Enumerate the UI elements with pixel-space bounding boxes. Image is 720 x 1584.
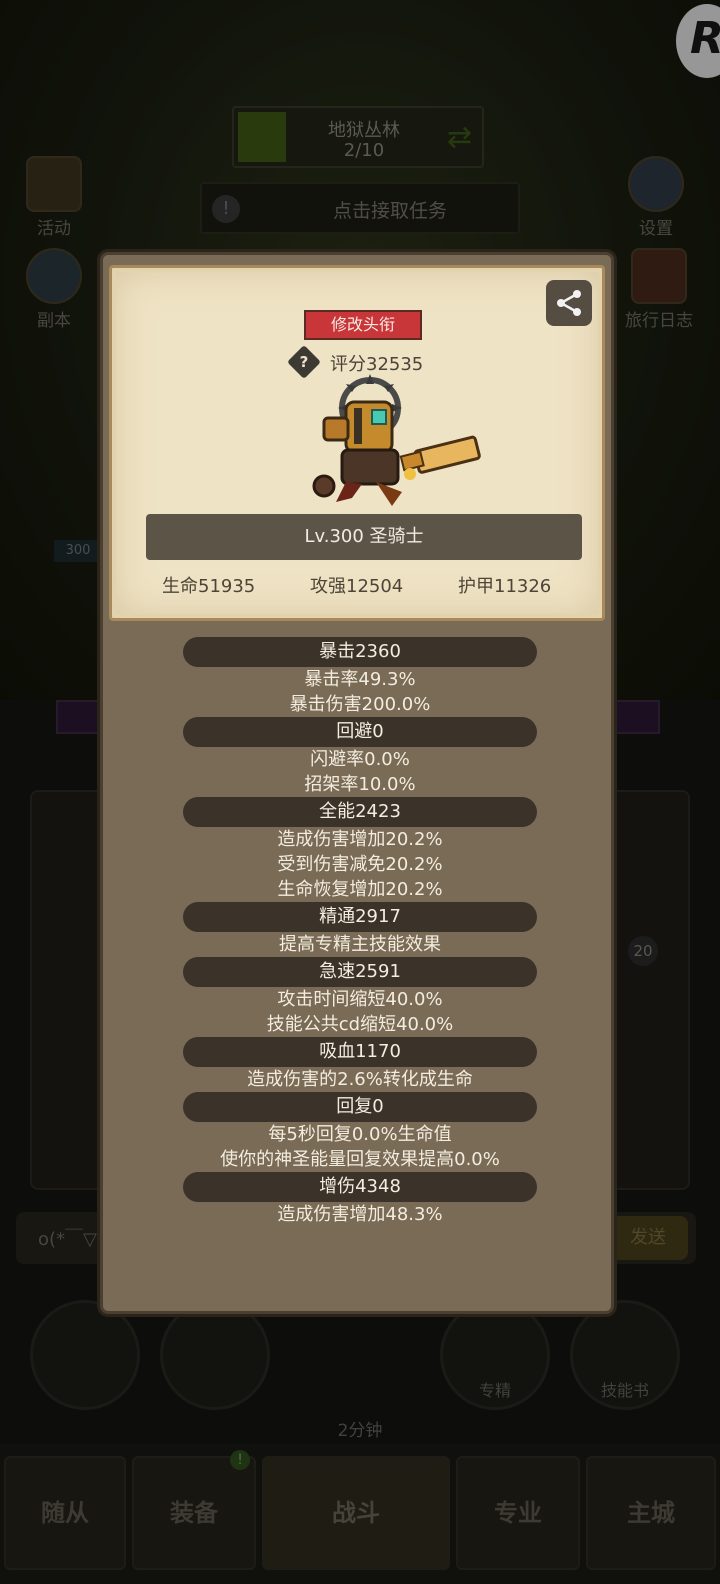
attr-detail: 技能公共cd缩短40.0%	[266, 1014, 454, 1035]
attr-detail: 招架率10.0%	[304, 774, 416, 795]
attr-detail: 提高专精主技能效果	[279, 934, 441, 955]
attr-detail: 闪避率0.0%	[310, 749, 410, 770]
share-button[interactable]	[546, 280, 592, 326]
attr-detail: 造成伤害的2.6%转化成生命	[247, 1069, 473, 1090]
attribute-list: 暴击2360 暴击率49.3% 暴击伤害200.0% 回避0 闪避率0.0% 招…	[103, 637, 617, 1227]
attr-header-damage-bonus: 增伤4348	[183, 1172, 537, 1202]
attr-detail: 造成伤害增加20.2%	[277, 829, 443, 850]
character-name-level: Lv.300 圣骑士	[146, 514, 582, 560]
attr-detail: 造成伤害增加48.3%	[277, 1204, 443, 1225]
attr-detail: 每5秒回复0.0%生命值	[268, 1124, 452, 1145]
share-icon	[557, 290, 581, 316]
attr-header-lifesteal: 吸血1170	[183, 1037, 537, 1067]
attr-header-avoidance: 回避0	[183, 717, 537, 747]
stat-armor: 护甲11326	[458, 576, 552, 597]
stat-hp: 生命51935	[162, 576, 256, 597]
attr-header-haste: 急速2591	[183, 957, 537, 987]
paladin-character-art	[312, 374, 481, 506]
edit-title-button[interactable]: 修改头衔	[304, 310, 422, 340]
attr-detail: 受到伤害减免20.2%	[277, 854, 443, 875]
attr-detail: 生命恢复增加20.2%	[277, 879, 443, 900]
score-value: 评分32535	[330, 354, 424, 375]
character-stats-popup: 修改头衔 ? 评分32535 Lv.300 圣骑士 生命51935 攻强1250…	[100, 252, 614, 1314]
character-card: 修改头衔 ? 评分32535 Lv.300 圣骑士 生命51935 攻强1250…	[109, 265, 605, 621]
attr-header-regen: 回复0	[183, 1092, 537, 1122]
attr-detail: 暴击伤害200.0%	[289, 694, 431, 715]
stat-attack-power: 攻强12504	[310, 576, 404, 597]
attr-header-crit: 暴击2360	[183, 637, 537, 667]
attr-header-mastery: 精通2917	[183, 902, 537, 932]
attr-detail: 暴击率49.3%	[304, 669, 416, 690]
attr-detail: 攻击时间缩短40.0%	[277, 989, 443, 1010]
attr-detail: 使你的神圣能量回复效果提高0.0%	[220, 1149, 500, 1170]
attr-header-versatility: 全能2423	[183, 797, 537, 827]
